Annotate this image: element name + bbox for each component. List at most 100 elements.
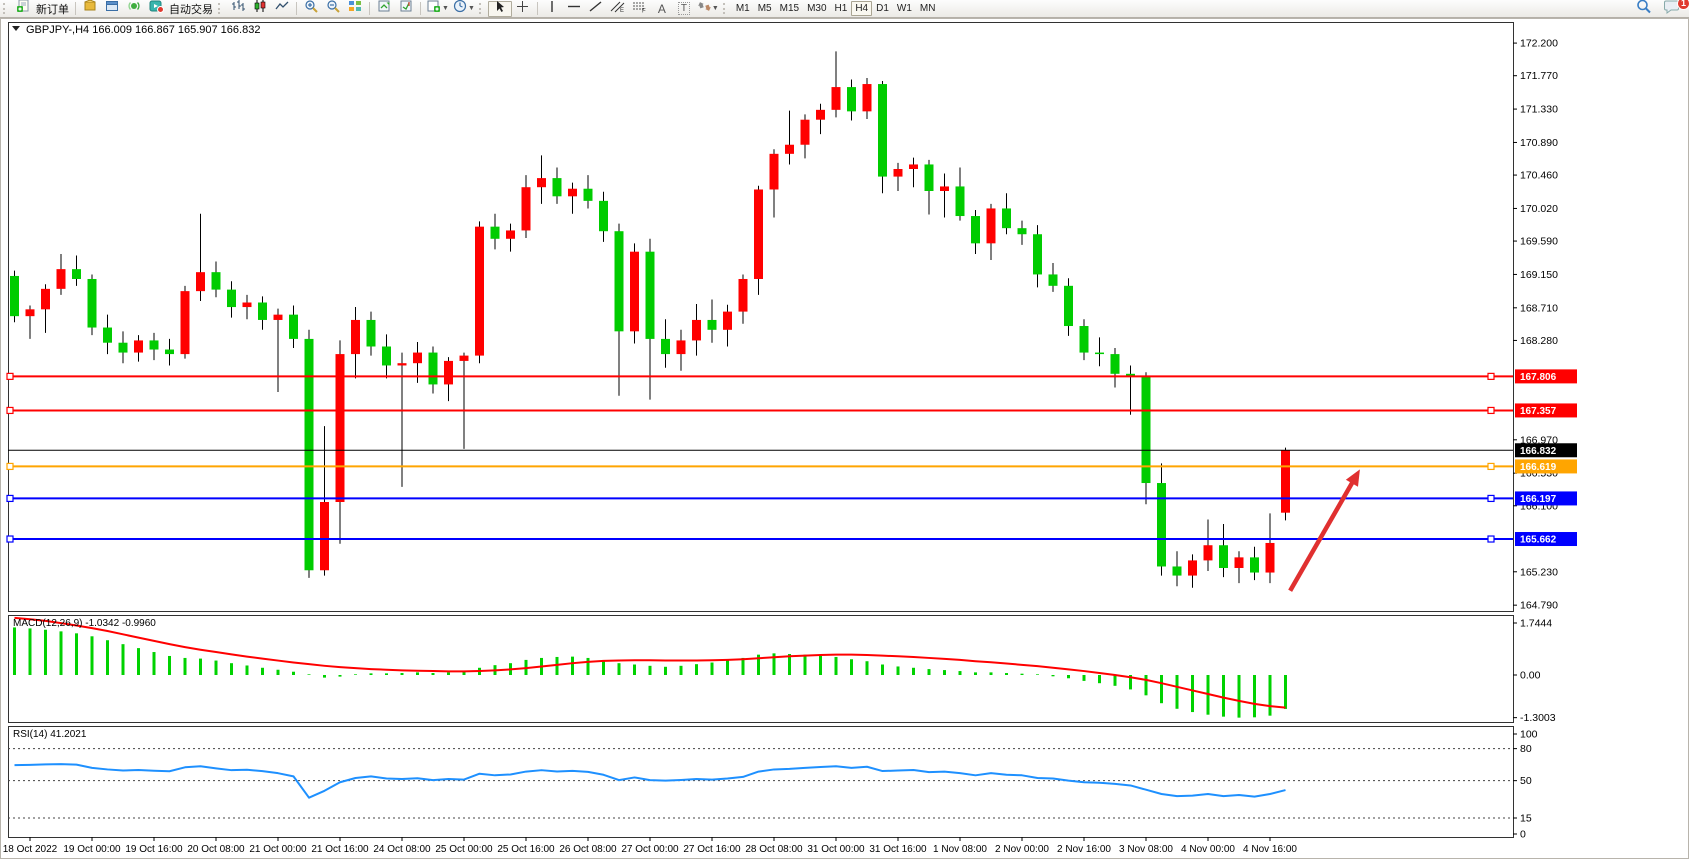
toolbar-separator [537,2,538,15]
time-axis-label: 3 Nov 08:00 [1119,844,1173,855]
autotrading-label[interactable]: 自动交易 [169,1,213,17]
candle [398,363,407,365]
autotrading-icon [149,0,164,18]
candle [940,186,949,191]
macd-axis-label: 1.7444 [1520,618,1552,630]
candle [289,315,298,339]
candle [103,328,112,343]
price-line-handle[interactable] [1488,373,1494,379]
price-axis-label: 171.330 [1520,104,1558,116]
price-line-handle[interactable] [1488,495,1494,501]
vertical-line-button[interactable] [541,1,563,17]
candle [878,84,887,177]
horizontal-line-button[interactable] [563,1,585,17]
chat-button[interactable]: 1 [1661,1,1683,17]
cascade-windows-button[interactable] [395,1,417,17]
candle [925,164,934,191]
timeframe-button-M15[interactable]: M15 [776,1,803,16]
candle [537,178,546,187]
candle [1095,353,1104,355]
rsi-panel[interactable] [9,727,1514,838]
crosshair-button[interactable] [512,1,534,17]
price-line-handle[interactable] [7,373,13,379]
price-line-handle[interactable] [7,463,13,469]
rsi-axis-label: 15 [1520,813,1532,825]
price-line-handle[interactable] [7,407,13,413]
profiles-button[interactable]: ▼ [451,1,477,17]
search-button[interactable] [1633,1,1655,17]
line-chart-button[interactable] [271,1,293,17]
candle [522,187,531,230]
new-order-label[interactable]: 新订单 [36,1,69,17]
toolbar-separator [369,2,370,15]
candle [196,272,205,291]
svg-text:E: E [620,8,624,13]
main-chart-panel[interactable] [9,23,1514,612]
timeframe-button-MN[interactable]: MN [916,1,940,16]
chart-canvas[interactable]: 172.200171.770171.330170.890170.460170.0… [0,18,1689,859]
timeframe-button-H4[interactable]: H4 [851,1,872,16]
arrange-windows-button[interactable] [373,1,395,17]
crosshair-icon [516,0,529,18]
candle [739,279,748,312]
price-line-handle[interactable] [7,495,13,501]
zoom-out-button[interactable] [322,1,344,17]
toolbar-grip[interactable] [3,3,9,14]
price-line-handle[interactable] [7,536,13,542]
price-line-handle[interactable] [1488,463,1494,469]
macd-panel[interactable] [9,616,1514,723]
candle [630,252,639,332]
timeframe-button-M30[interactable]: M30 [803,1,830,16]
toolbar-grip[interactable] [479,3,485,14]
strategy-tester-button[interactable] [123,1,145,17]
trendline-button[interactable] [585,1,607,17]
candle [1235,557,1244,568]
bar-chart-button[interactable] [227,1,249,17]
candle [1002,208,1011,228]
rsi-axis-label: 50 [1520,775,1532,787]
zoom-out-icon [326,0,341,18]
fibonacci-button[interactable]: F [629,1,651,17]
new-order-button[interactable] [12,1,34,17]
timeframe-button-H1[interactable]: H1 [831,1,852,16]
bar-chart-icon [231,0,245,18]
time-axis-label: 21 Oct 16:00 [311,844,369,855]
toolbar-grip[interactable] [723,3,729,14]
text-label-button[interactable]: T [673,1,695,17]
cursor-button[interactable] [488,1,512,17]
candle [956,186,965,216]
time-axis-label: 21 Oct 00:00 [249,844,307,855]
candle [677,340,686,354]
data-window-button[interactable] [101,1,123,17]
price-axis-label: 168.280 [1520,335,1558,347]
candle [119,343,128,353]
autotrading-button[interactable] [145,1,167,17]
arrows-icon [697,0,711,18]
time-axis-label: 27 Oct 16:00 [683,844,741,855]
market-watch-button[interactable] [79,1,101,17]
new-chart-button[interactable]: ▼ [424,1,451,17]
candle [987,208,996,243]
channel-button[interactable]: E [607,1,629,17]
tile-windows-button[interactable] [344,1,366,17]
candle [770,154,779,190]
candle [692,320,701,340]
timeframe-button-W1[interactable]: W1 [893,1,916,16]
rsi-label: RSI(14) 41.2021 [13,729,87,740]
candle [723,312,732,330]
timeframe-button-M1[interactable]: M1 [732,1,754,16]
candle [181,291,190,354]
zoom-in-button[interactable] [300,1,322,17]
price-line-handle[interactable] [1488,407,1494,413]
tile-windows-icon [348,0,362,18]
arrow-objects-button[interactable]: ▼ [695,1,721,17]
candle [661,339,670,354]
candlestick-chart-button[interactable] [249,1,271,17]
candle [1204,545,1213,560]
timeframe-button-D1[interactable]: D1 [872,1,893,16]
timeframe-button-M5[interactable]: M5 [754,1,776,16]
price-line-handle[interactable] [1488,536,1494,542]
toolbar-grip[interactable] [218,3,224,14]
notification-badge[interactable]: 1 [1677,0,1689,10]
text-button[interactable]: A [651,1,673,17]
